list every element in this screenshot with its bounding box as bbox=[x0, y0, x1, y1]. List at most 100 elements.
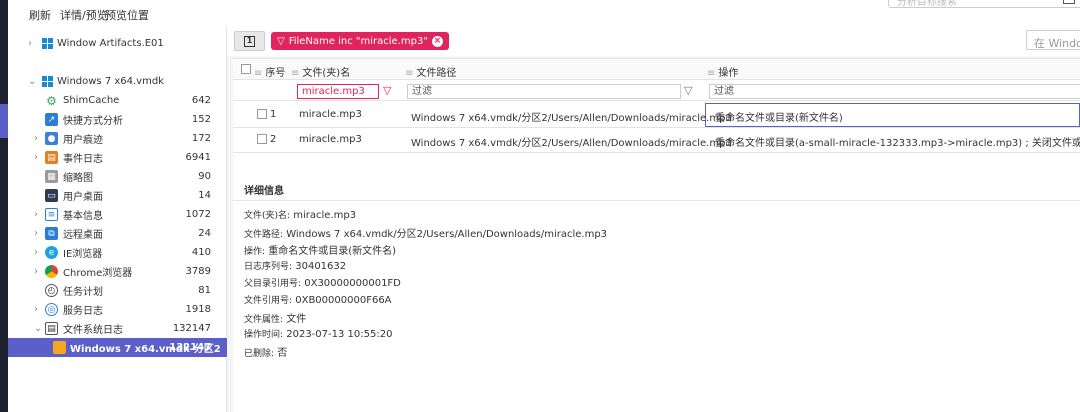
column-header-index[interactable]: ≡ 序号 bbox=[254, 64, 285, 79]
chevron-right-icon[interactable]: › bbox=[34, 133, 44, 144]
chevron-right-icon[interactable]: › bbox=[34, 228, 44, 239]
tree-item-count: 642 bbox=[191, 95, 211, 106]
row-operation: 重命名文件或目录(新文件名) bbox=[715, 113, 843, 124]
active-filter-chip[interactable]: ▽ FileName inc "miracle.mp3" × bbox=[271, 32, 449, 50]
tree-item-count: 1072 bbox=[185, 209, 211, 220]
operation-filter-input[interactable]: 过滤 bbox=[709, 84, 1080, 99]
chevron-down-icon[interactable]: ⌄ bbox=[28, 76, 38, 87]
filename-filter-input[interactable]: miracle.mp3 bbox=[297, 84, 379, 99]
path-filter-funnel-icon[interactable]: ▽ bbox=[684, 84, 692, 97]
filesystem-log-icon: ▤ bbox=[45, 322, 58, 335]
tree-item-user-desktop[interactable]: ▭ 用户桌面 14 bbox=[8, 186, 227, 205]
tree-item-count: 14 bbox=[198, 190, 211, 201]
desktop-icon: ▭ bbox=[45, 189, 58, 202]
tree-item-label: 基本信息 bbox=[63, 211, 103, 222]
tree-item-label: 服务日志 bbox=[63, 306, 103, 317]
chevron-right-icon[interactable]: › bbox=[34, 152, 44, 163]
tree-item-windows7-vmdk[interactable]: ⌄ Windows 7 x64.vmdk bbox=[8, 72, 227, 91]
tree-item-label: ShimCache bbox=[63, 95, 120, 106]
tree-item-label: 远程桌面 bbox=[63, 230, 103, 241]
row-index: 2 bbox=[270, 134, 277, 145]
chevron-down-icon[interactable]: ⌄ bbox=[34, 323, 44, 334]
tree-item-filesystem-log[interactable]: ⌄ ▤ 文件系统日志 132147 bbox=[8, 319, 227, 338]
tree-item-remote-desktop[interactable]: › ⧉ 远程桌面 24 bbox=[8, 224, 227, 243]
tree-item-count: 410 bbox=[191, 247, 211, 258]
tree-item-count: 24 bbox=[198, 228, 211, 239]
folder-icon bbox=[53, 341, 66, 354]
chevron-right-icon[interactable]: › bbox=[34, 266, 44, 277]
remote-desktop-icon: ⧉ bbox=[45, 227, 58, 240]
tree-item-label: 文件系统日志 bbox=[63, 325, 123, 336]
tree-item-window-artifacts[interactable]: › Window Artifacts.E01 bbox=[8, 34, 227, 53]
filename-filter-funnel-icon[interactable]: ▽ bbox=[383, 84, 391, 97]
ie-icon: e bbox=[45, 246, 58, 259]
nav-active-indicator bbox=[0, 104, 8, 138]
path-filter-input[interactable]: 过滤 bbox=[407, 84, 681, 99]
filter-bar: 1 ▽ FileName inc "miracle.mp3" × 在 Windo bbox=[227, 26, 1080, 56]
tree-item-task-scheduler[interactable]: ◴ 任务计划 81 bbox=[8, 281, 227, 300]
target-search-input[interactable]: 分析目标搜索 bbox=[888, 0, 1080, 8]
select-all-checkbox[interactable] bbox=[241, 64, 251, 75]
shortcut-icon: ↗ bbox=[45, 113, 58, 126]
windows-icon bbox=[41, 75, 54, 88]
chevron-right-icon[interactable]: › bbox=[34, 209, 44, 220]
in-view-search-input[interactable]: 在 Windo bbox=[1026, 30, 1080, 50]
filter-count: 1 bbox=[244, 35, 255, 47]
tree-item-count: 152 bbox=[191, 114, 211, 125]
tree-item-chrome-browser[interactable]: › Chrome浏览器 3789 bbox=[8, 262, 227, 281]
tree-item-event-log[interactable]: › ▤ 事件日志 6941 bbox=[8, 148, 227, 167]
details-divider bbox=[233, 200, 1080, 201]
shimcache-icon: ⚙ bbox=[45, 93, 58, 108]
thumbnail-icon: ▦ bbox=[45, 170, 58, 183]
tree-item-label: Chrome浏览器 bbox=[63, 268, 133, 279]
tree-item-service-log[interactable]: › ◎ 服务日志 1918 bbox=[8, 300, 227, 319]
tree-item-basic-info[interactable]: › ≡ 基本信息 1072 bbox=[8, 205, 227, 224]
tree-item-count: 81 bbox=[198, 285, 211, 296]
detail-field: 操作: 重命名文件或目录(新文件名) bbox=[244, 246, 397, 257]
row-checkbox[interactable] bbox=[257, 134, 267, 145]
filter-row: miracle.mp3 ▽ 过滤 ▽ 过滤 bbox=[233, 81, 1080, 101]
user-icon: ● bbox=[45, 132, 58, 145]
tree-item-count: 132147 bbox=[172, 323, 211, 334]
details-preview-button[interactable]: 详情/预览 bbox=[60, 7, 108, 23]
tree-item-count: 6941 bbox=[185, 152, 211, 163]
chevron-right-icon[interactable]: › bbox=[34, 247, 44, 258]
remove-filter-icon[interactable]: × bbox=[431, 35, 443, 47]
tree-item-label: 事件日志 bbox=[63, 154, 103, 165]
table-row[interactable]: 1 miracle.mp3 Windows 7 x64.vmdk/分区2/Use… bbox=[233, 103, 1080, 128]
filter-count-button[interactable]: 1 bbox=[234, 31, 265, 51]
chevron-right-icon[interactable]: › bbox=[34, 304, 44, 315]
column-header-path[interactable]: ≡ 文件路径 bbox=[405, 64, 456, 79]
preview-position-button[interactable]: 预览位置 bbox=[105, 7, 149, 23]
row-path: Windows 7 x64.vmdk/分区2/Users/Allen/Downl… bbox=[411, 138, 732, 149]
tree-item-shortcut-analysis[interactable]: ↗ 快捷方式分析 152 bbox=[8, 110, 227, 129]
clock-icon: ◴ bbox=[45, 284, 58, 297]
refresh-button[interactable]: 刷新 bbox=[29, 7, 51, 23]
tree-item-partition2[interactable]: Windows 7 x64.vmdk-分区2 132147 bbox=[8, 338, 227, 357]
details-panel: 详细信息 文件(夹)名: miracle.mp3 文件路径: Windows 7… bbox=[233, 172, 1080, 412]
detail-field: 文件路径: Windows 7 x64.vmdk/分区2/Users/Allen… bbox=[244, 229, 608, 240]
tree-item-user-traces[interactable]: › ● 用户痕迹 172 bbox=[8, 129, 227, 148]
tree-item-ie-browser[interactable]: › e IE浏览器 410 bbox=[8, 243, 227, 262]
event-log-icon: ▤ bbox=[45, 151, 58, 164]
calendar-icon[interactable] bbox=[1063, 0, 1075, 4]
tree-item-count: 90 bbox=[198, 171, 211, 182]
table-header: ≡ 序号 ≡ 文件(夹)名 ≡ 文件路径 ≡ 操作 bbox=[233, 59, 1080, 80]
chevron-right-icon[interactable]: › bbox=[28, 38, 38, 49]
tree-item-thumbnails[interactable]: ▦ 缩略图 90 bbox=[8, 167, 227, 186]
column-header-operation[interactable]: ≡ 操作 bbox=[707, 64, 738, 79]
column-header-filename[interactable]: ≡ 文件(夹)名 bbox=[291, 64, 350, 79]
row-filename: miracle.mp3 bbox=[299, 109, 362, 120]
row-path: Windows 7 x64.vmdk/分区2/Users/Allen/Downl… bbox=[411, 113, 732, 124]
detail-field: 文件(夹)名: miracle.mp3 bbox=[244, 210, 357, 221]
tree-item-count: 1918 bbox=[185, 304, 211, 315]
tree-item-label: 缩略图 bbox=[63, 173, 93, 184]
row-checkbox[interactable] bbox=[257, 109, 267, 120]
funnel-icon: ▽ bbox=[277, 35, 285, 47]
tree-item-label: Windows 7 x64.vmdk bbox=[57, 76, 164, 87]
detail-field: 日志序列号: 30401632 bbox=[244, 261, 347, 272]
results-table: ≡ 序号 ≡ 文件(夹)名 ≡ 文件路径 ≡ 操作 miracle.mp3 ▽ 过滤 ▽… bbox=[233, 58, 1080, 184]
tree-item-shimcache[interactable]: ⚙ ShimCache 642 bbox=[8, 91, 227, 110]
table-row[interactable]: 2 miracle.mp3 Windows 7 x64.vmdk/分区2/Use… bbox=[233, 128, 1080, 153]
detail-field: 已删除: 否 bbox=[244, 348, 288, 359]
